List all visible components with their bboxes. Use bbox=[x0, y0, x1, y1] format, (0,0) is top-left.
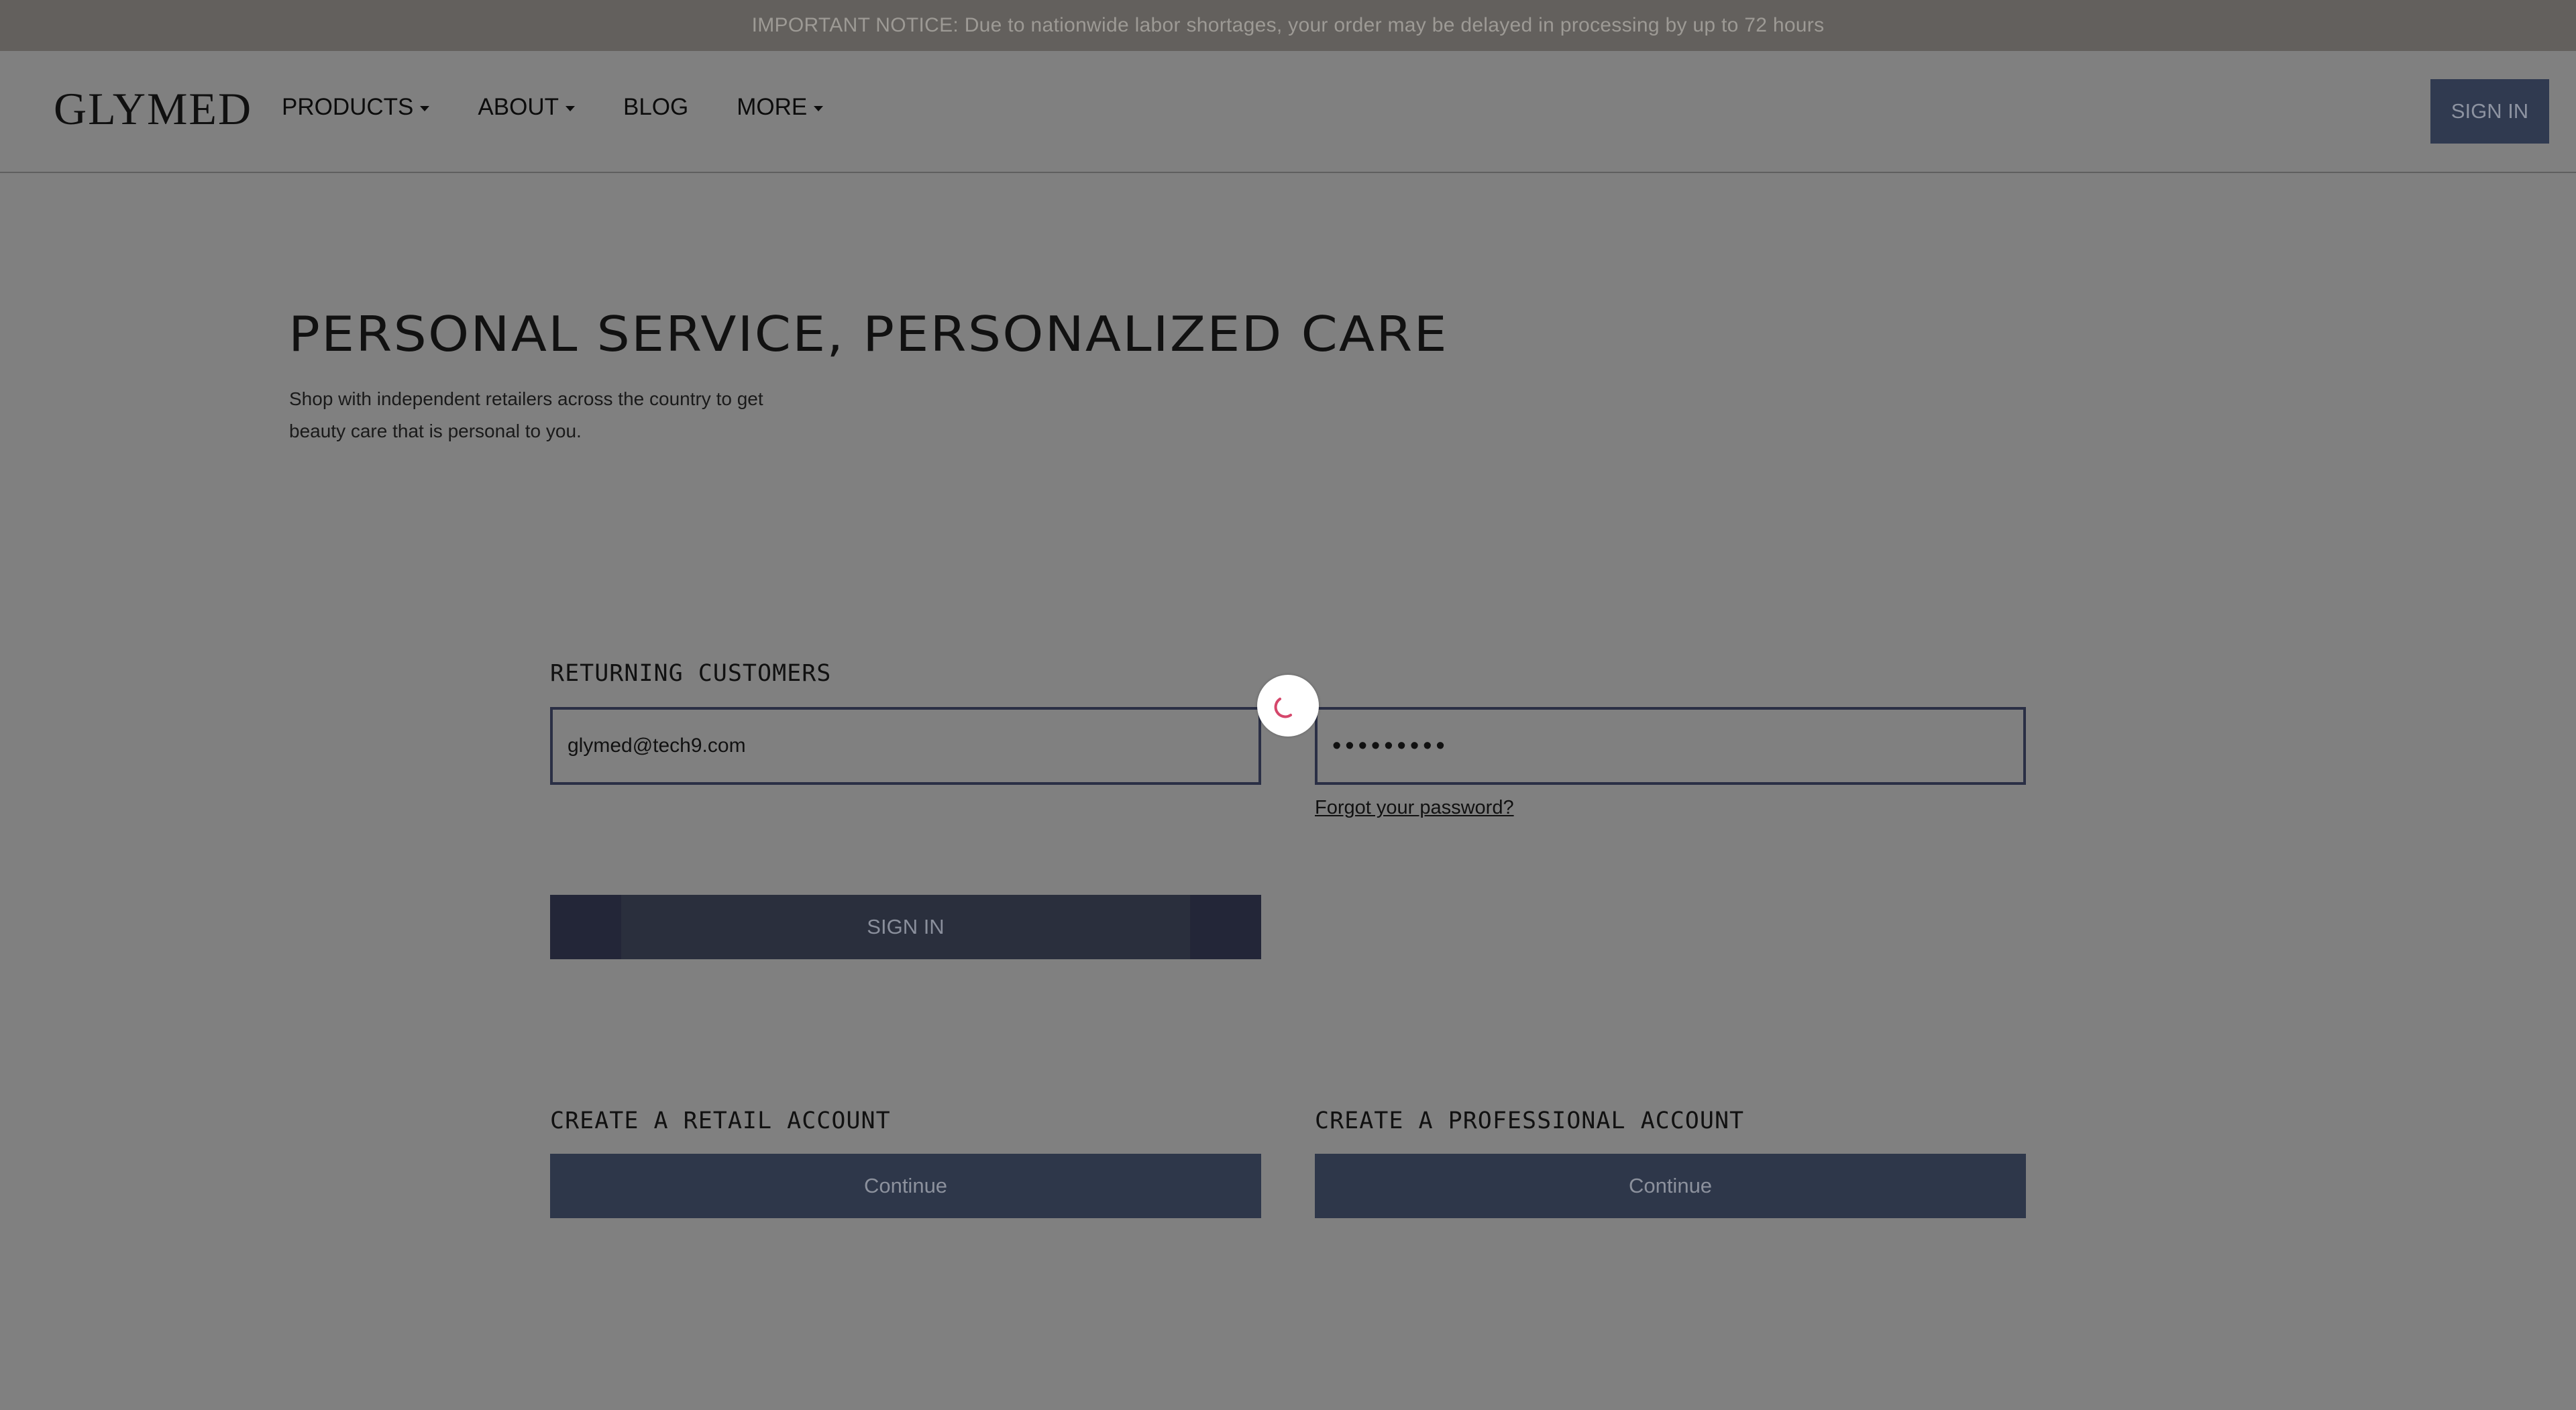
sign-in-button-label: SIGN IN bbox=[867, 915, 945, 938]
button-edge bbox=[1190, 895, 1261, 959]
nav-item-label: MORE bbox=[737, 94, 808, 120]
nav-item-label: ABOUT bbox=[478, 94, 559, 120]
announcement-text: IMPORTANT NOTICE: Due to nationwide labo… bbox=[751, 14, 1825, 36]
button-edge bbox=[550, 895, 621, 959]
page-title: PERSONAL SERVICE, PERSONALIZED CARE bbox=[288, 306, 1448, 362]
email-field-value: glymed@tech9.com bbox=[568, 735, 746, 757]
professional-continue-button[interactable]: Continue bbox=[1315, 1154, 2026, 1218]
forgot-password-link[interactable]: Forgot your password? bbox=[1315, 797, 1514, 819]
announcement-bar: IMPORTANT NOTICE: Due to nationwide labo… bbox=[0, 0, 2576, 51]
nav-item-products[interactable]: PRODUCTS bbox=[282, 94, 430, 120]
returning-customers-heading: RETURNING CUSTOMERS bbox=[550, 660, 832, 687]
subtitle-line: beauty care that is personal to you. bbox=[289, 421, 582, 441]
nav-item-more[interactable]: MORE bbox=[737, 94, 824, 120]
chevron-down-icon bbox=[565, 105, 575, 111]
email-field[interactable]: glymed@tech9.com bbox=[550, 707, 1261, 785]
subtitle-line: Shop with independent retailers across t… bbox=[289, 388, 763, 409]
nav-item-about[interactable]: ABOUT bbox=[478, 95, 575, 119]
professional-account-heading: CREATE A PROFESSIONAL ACCOUNT bbox=[1315, 1107, 1745, 1134]
password-field-value: ••••••••• bbox=[1332, 731, 1449, 760]
main-nav: PRODUCTS ABOUT BLOG MORE bbox=[282, 95, 871, 119]
retail-continue-button[interactable]: Continue bbox=[550, 1154, 1261, 1218]
password-field[interactable]: ••••••••• bbox=[1315, 707, 2026, 785]
page-subtitle: Shop with independent retailers across t… bbox=[289, 383, 826, 447]
spinner-icon bbox=[1274, 698, 1292, 718]
nav-item-label: PRODUCTS bbox=[282, 94, 414, 120]
loading-spinner bbox=[1257, 675, 1319, 737]
sign-in-button[interactable]: SIGN IN bbox=[550, 895, 1261, 959]
chevron-down-icon bbox=[420, 105, 430, 111]
header-sign-in-button[interactable]: SIGN IN bbox=[2430, 79, 2549, 144]
nav-item-label: BLOG bbox=[623, 94, 689, 120]
brand-logo[interactable]: GLYMED bbox=[54, 86, 252, 131]
site-header: GLYMED PRODUCTS ABOUT BLOG MORE SIGN IN bbox=[0, 51, 2576, 173]
chevron-down-icon bbox=[814, 105, 824, 111]
retail-account-heading: CREATE A RETAIL ACCOUNT bbox=[550, 1107, 891, 1134]
nav-item-blog[interactable]: BLOG bbox=[623, 95, 688, 119]
